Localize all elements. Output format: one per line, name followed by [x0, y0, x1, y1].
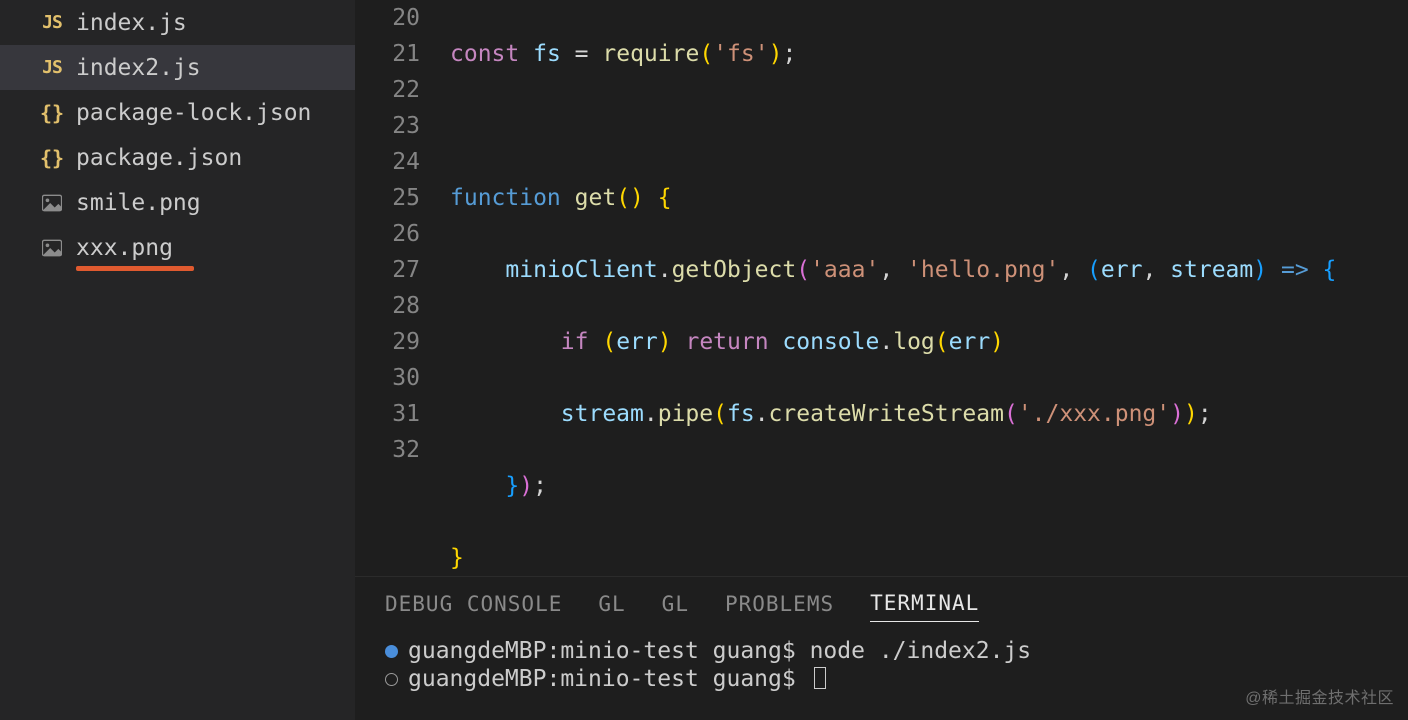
file-name: package.json — [76, 145, 242, 171]
annotation-underline — [76, 266, 194, 271]
file-name: index2.js — [76, 55, 201, 81]
cursor-icon — [814, 667, 826, 689]
file-item-package-json[interactable]: {} package.json — [0, 135, 355, 180]
tab-gl-2[interactable]: GL — [662, 592, 689, 622]
editor-area: 20212223242526272829303132 const fs = re… — [355, 0, 1408, 720]
file-name: xxx.png — [76, 235, 173, 261]
line-gutter: 20212223242526272829303132 — [355, 0, 450, 576]
image-icon — [42, 194, 62, 212]
terminal-line: guangdeMBP:minio-test guang$ — [385, 664, 1378, 694]
file-item-smile-png[interactable]: smile.png — [0, 180, 355, 225]
file-name: index.js — [76, 10, 187, 36]
json-icon: {} — [42, 146, 62, 170]
json-icon: {} — [42, 101, 62, 125]
bullet-icon — [385, 645, 398, 658]
file-name: package-lock.json — [76, 100, 311, 126]
file-item-package-lock-json[interactable]: {} package-lock.json — [0, 90, 355, 135]
terminal-line: guangdeMBP:minio-test guang$ node ./inde… — [385, 636, 1378, 666]
tab-gl-1[interactable]: GL — [598, 592, 625, 622]
file-item-xxx-png[interactable]: xxx.png — [0, 225, 355, 270]
file-item-index-js[interactable]: JS index.js — [0, 0, 355, 45]
file-name: smile.png — [76, 190, 201, 216]
file-item-index2-js[interactable]: JS index2.js — [0, 45, 355, 90]
code-editor[interactable]: 20212223242526272829303132 const fs = re… — [355, 0, 1408, 576]
image-icon — [42, 239, 62, 257]
tab-problems[interactable]: PROBLEMS — [725, 592, 834, 622]
js-icon: JS — [42, 57, 62, 78]
panel-tabs: DEBUG CONSOLE GL GL PROBLEMS TERMINAL — [355, 577, 1408, 628]
js-icon: JS — [42, 12, 62, 33]
tab-debug-console[interactable]: DEBUG CONSOLE — [385, 592, 562, 622]
code-content[interactable]: const fs = require('fs'); function get()… — [450, 0, 1408, 576]
bullet-icon — [385, 673, 398, 686]
tab-terminal[interactable]: TERMINAL — [870, 591, 979, 622]
file-explorer: JS index.js JS index2.js {} package-lock… — [0, 0, 355, 720]
watermark: @稀土掘金技术社区 — [1245, 684, 1394, 708]
